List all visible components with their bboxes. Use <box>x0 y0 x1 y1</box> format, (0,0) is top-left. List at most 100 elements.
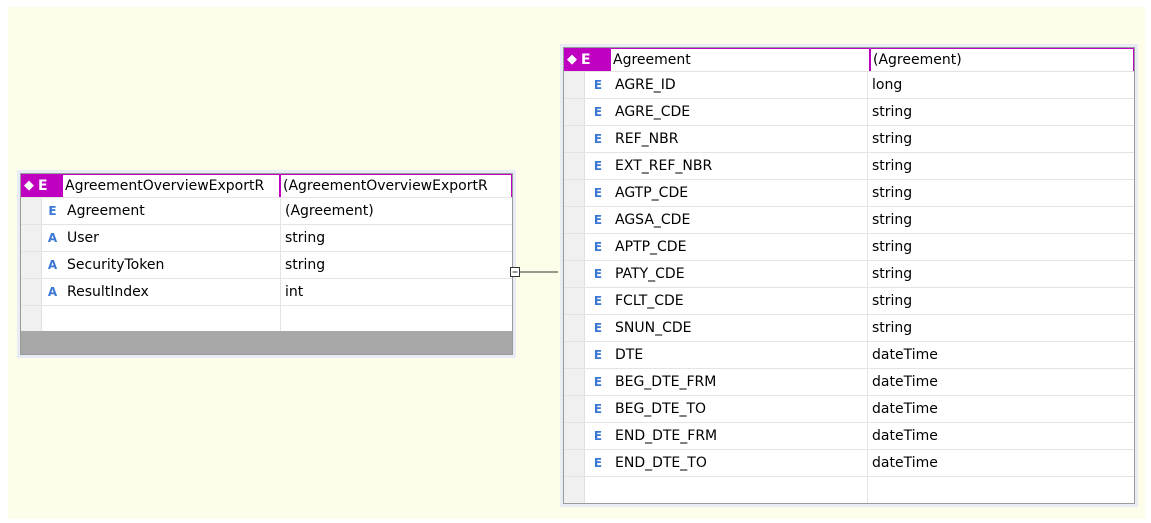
field-type[interactable]: string <box>868 99 1134 125</box>
field-name[interactable]: SecurityToken <box>63 252 281 278</box>
row-selector[interactable] <box>564 423 585 449</box>
attribute-icon: A <box>47 285 58 299</box>
field-type[interactable]: dateTime <box>868 450 1134 476</box>
element-kind-icon: E <box>38 177 48 194</box>
field-name[interactable]: FCLT_CDE <box>611 288 868 314</box>
field-type[interactable]: long <box>868 72 1134 98</box>
element-icon: E <box>593 348 603 362</box>
row-selector[interactable] <box>564 99 585 125</box>
field-type[interactable]: dateTime <box>868 396 1134 422</box>
row-selector[interactable] <box>21 252 42 278</box>
field-type[interactable]: string <box>868 126 1134 152</box>
row-selector[interactable] <box>564 342 585 368</box>
field-type[interactable]: string <box>281 252 512 278</box>
field-name[interactable]: AGSA_CDE <box>611 207 868 233</box>
field-type[interactable]: string <box>868 288 1134 314</box>
row-selector[interactable] <box>564 450 585 476</box>
field-type[interactable]: string <box>868 261 1134 287</box>
field-type[interactable]: dateTime <box>868 369 1134 395</box>
entity-header-name: AgreementOverviewExportR <box>62 174 280 197</box>
row-selector[interactable] <box>564 261 585 287</box>
row-selector[interactable] <box>564 288 585 314</box>
field-type[interactable]: dateTime <box>868 342 1134 368</box>
row-selector[interactable] <box>564 153 585 179</box>
field-row[interactable]: E APTP_CDE string <box>564 233 1134 260</box>
entity-header[interactable]: ◆ E Agreement (Agreement) <box>564 48 1134 71</box>
field-row[interactable]: E Agreement (Agreement) <box>21 197 512 224</box>
field-type[interactable]: dateTime <box>868 423 1134 449</box>
entity-agreement-overview-export-request[interactable]: ◆ E AgreementOverviewExportR (AgreementO… <box>20 173 513 355</box>
row-selector[interactable] <box>564 126 585 152</box>
field-name[interactable]: DTE <box>611 342 868 368</box>
field-name[interactable]: ResultIndex <box>63 279 281 305</box>
field-type[interactable]: string <box>868 207 1134 233</box>
field-name[interactable]: BEG_DTE_TO <box>611 396 868 422</box>
entity-header-type: (AgreementOverviewExportR <box>280 174 512 197</box>
row-selector[interactable] <box>21 279 42 305</box>
attribute-icon: A <box>47 231 58 245</box>
row-selector[interactable] <box>564 180 585 206</box>
element-icon: E <box>593 321 603 335</box>
field-type[interactable]: string <box>868 234 1134 260</box>
row-selector[interactable] <box>564 315 585 341</box>
field-row[interactable]: E AGRE_CDE string <box>564 98 1134 125</box>
element-icon: E <box>593 132 603 146</box>
element-icon: E <box>593 267 603 281</box>
field-name[interactable]: Agreement <box>63 198 281 224</box>
element-icon: E <box>593 375 603 389</box>
entity-header[interactable]: ◆ E AgreementOverviewExportR (AgreementO… <box>21 174 512 197</box>
element-icon: E <box>593 159 603 173</box>
row-selector[interactable] <box>564 396 585 422</box>
row-selector[interactable] <box>21 198 42 224</box>
empty-row[interactable] <box>564 476 1134 503</box>
row-selector[interactable] <box>564 72 585 98</box>
field-name[interactable]: BEG_DTE_FRM <box>611 369 868 395</box>
element-icon: E <box>593 429 603 443</box>
field-row[interactable]: E PATY_CDE string <box>564 260 1134 287</box>
entity-agreement[interactable]: ◆ E Agreement (Agreement) E AGRE_ID long E A… <box>563 47 1135 504</box>
field-name[interactable]: AGTP_CDE <box>611 180 868 206</box>
row-selector[interactable] <box>564 207 585 233</box>
field-name[interactable]: APTP_CDE <box>611 234 868 260</box>
field-row[interactable]: A User string <box>21 224 512 251</box>
row-selector[interactable] <box>21 225 42 251</box>
field-row[interactable]: A ResultIndex int <box>21 278 512 305</box>
field-type[interactable]: (Agreement) <box>281 198 512 224</box>
field-row[interactable]: E AGTP_CDE string <box>564 179 1134 206</box>
field-row[interactable]: E REF_NBR string <box>564 125 1134 152</box>
field-row[interactable]: E BEG_DTE_TO dateTime <box>564 395 1134 422</box>
row-selector[interactable] <box>564 234 585 260</box>
field-name[interactable]: PATY_CDE <box>611 261 868 287</box>
field-name[interactable]: AGRE_ID <box>611 72 868 98</box>
field-row[interactable]: E DTE dateTime <box>564 341 1134 368</box>
element-icon: E <box>593 294 603 308</box>
field-row[interactable]: E AGSA_CDE string <box>564 206 1134 233</box>
field-type[interactable]: string <box>281 225 512 251</box>
field-name[interactable]: END_DTE_FRM <box>611 423 868 449</box>
field-row[interactable]: E END_DTE_FRM dateTime <box>564 422 1134 449</box>
field-row[interactable]: E END_DTE_TO dateTime <box>564 449 1134 476</box>
field-name[interactable]: SNUN_CDE <box>611 315 868 341</box>
field-row[interactable]: E EXT_REF_NBR string <box>564 152 1134 179</box>
element-icon: E <box>593 240 603 254</box>
entity-header-name: Agreement <box>610 48 870 71</box>
field-row[interactable]: E AGRE_ID long <box>564 71 1134 98</box>
field-type[interactable]: string <box>868 180 1134 206</box>
field-name[interactable]: END_DTE_TO <box>611 450 868 476</box>
row-selector[interactable] <box>564 369 585 395</box>
field-name[interactable]: AGRE_CDE <box>611 99 868 125</box>
field-name[interactable]: EXT_REF_NBR <box>611 153 868 179</box>
field-row[interactable]: E SNUN_CDE string <box>564 314 1134 341</box>
field-type[interactable]: int <box>281 279 512 305</box>
empty-row[interactable] <box>21 305 512 331</box>
field-name[interactable]: User <box>63 225 281 251</box>
field-name[interactable]: REF_NBR <box>611 126 868 152</box>
field-type[interactable]: string <box>868 153 1134 179</box>
field-row[interactable]: E FCLT_CDE string <box>564 287 1134 314</box>
field-row[interactable]: A SecurityToken string <box>21 251 512 278</box>
relationship-connector[interactable] <box>510 263 558 283</box>
element-icon: E <box>593 78 603 92</box>
field-type[interactable]: string <box>868 315 1134 341</box>
entity-header-type: (Agreement) <box>870 48 1134 71</box>
field-row[interactable]: E BEG_DTE_FRM dateTime <box>564 368 1134 395</box>
